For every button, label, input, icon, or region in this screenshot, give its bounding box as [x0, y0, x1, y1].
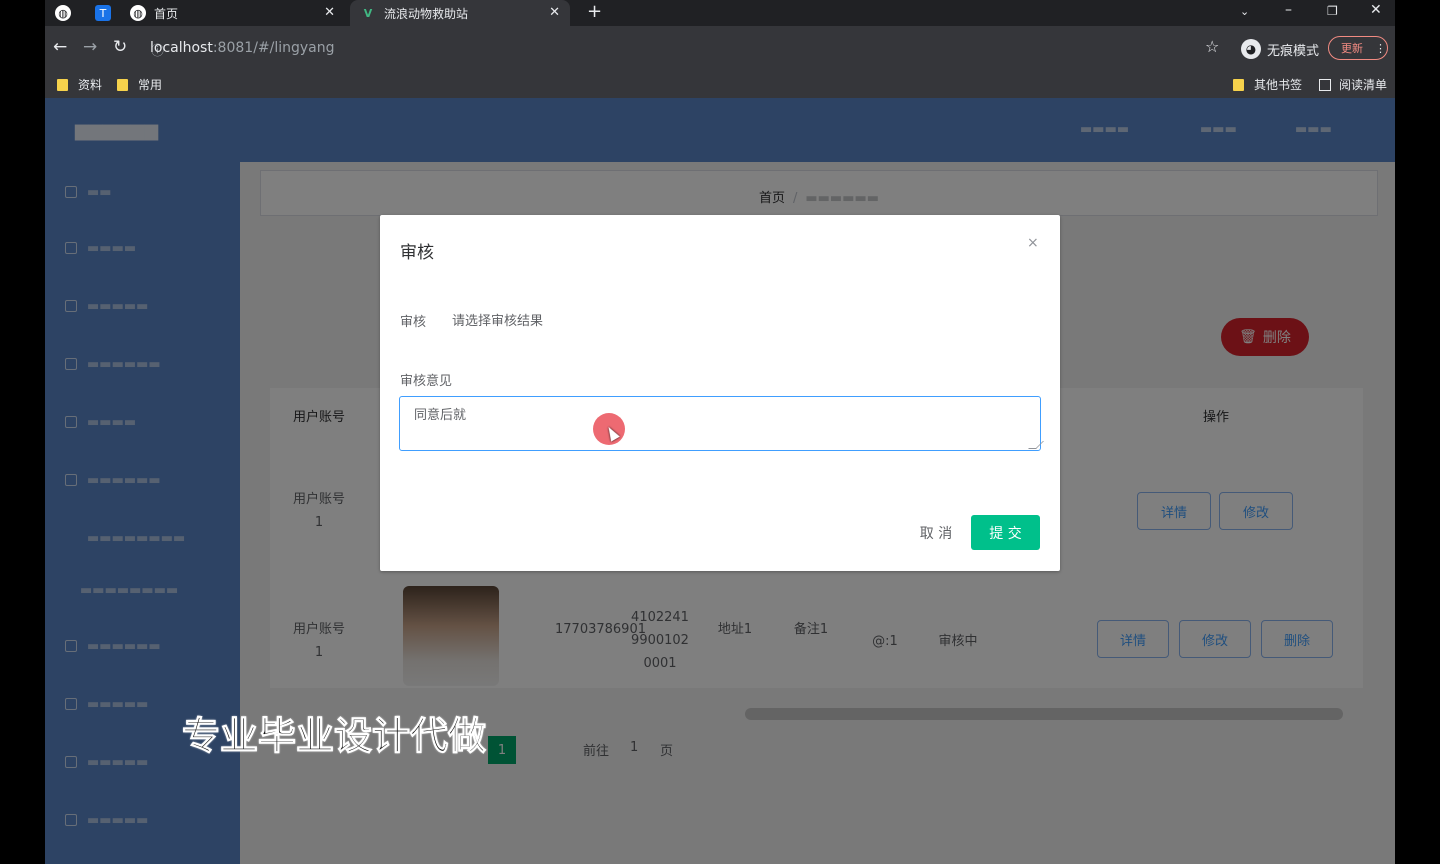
screen: ◍ T ◍ 首页 ✕ V 流浪动物救助站 ✕ + ⌄ – ❐ ✕ ← → ↻ ⓘ… [0, 0, 1440, 864]
audit-dialog: 审核 × 审核 请选择审核结果 审核意见 同意后就 取 消 提 交 [380, 215, 1060, 571]
tab-home[interactable]: ◍ 首页 ✕ [130, 0, 345, 26]
vue-icon: V [363, 6, 373, 20]
bookmark-other[interactable]: 其他书签 [1233, 76, 1302, 93]
folder-icon [57, 78, 68, 91]
update-label: 更新 [1341, 42, 1363, 55]
shirt-icon: T [95, 5, 111, 21]
audit-label: 审核 [400, 315, 427, 330]
audit-result-select[interactable]: 请选择审核结果 [440, 303, 640, 335]
bookmark-label: 常用 [138, 78, 163, 92]
update-button[interactable]: 更新 ⋮ [1328, 36, 1388, 60]
incognito-icon: ◕ [1241, 39, 1261, 59]
submit-button[interactable]: 提 交 [971, 515, 1040, 550]
reading-list[interactable]: 阅读清单 [1319, 76, 1387, 93]
bookmark-folder-ziliao[interactable]: 资料 [57, 76, 102, 93]
bookmark-label: 资料 [78, 78, 103, 92]
incognito-profile[interactable]: ◕ 无痕模式 [1241, 39, 1319, 59]
globe-icon: ◍ [55, 5, 71, 21]
close-tab-icon[interactable]: ✕ [324, 5, 335, 20]
select-placeholder: 请选择审核结果 [452, 313, 544, 329]
cancel-button[interactable]: 取 消 [908, 515, 964, 551]
reading-list-icon [1319, 78, 1331, 91]
dialog-title: 审核 [400, 243, 434, 263]
tab-rescue-station[interactable]: V 流浪动物救助站 ✕ [350, 0, 570, 26]
close-icon[interactable]: × [1027, 235, 1039, 251]
close-window-icon[interactable]: ✕ [1370, 2, 1382, 18]
url-host: localhost [150, 40, 213, 56]
minimize-icon[interactable]: – [1285, 2, 1292, 18]
browser-tabbar: ◍ T ◍ 首页 ✕ V 流浪动物救助站 ✕ + ⌄ – ❐ ✕ [45, 0, 1395, 26]
tab-label: 流浪动物救助站 [384, 6, 469, 21]
forward-icon[interactable]: → [83, 37, 97, 57]
back-icon[interactable]: ← [53, 37, 67, 57]
tab-pinned-1[interactable]: ◍ [55, 0, 85, 26]
opinion-label: 审核意见 [400, 374, 453, 389]
reload-icon[interactable]: ↻ [113, 37, 127, 57]
bookmark-label: 阅读清单 [1339, 78, 1388, 92]
bookmark-label: 其他书签 [1254, 78, 1303, 92]
star-icon[interactable]: ☆ [1205, 37, 1219, 56]
profile-label: 无痕模式 [1267, 43, 1320, 59]
tab-pinned-2[interactable]: T [95, 0, 125, 26]
watermark-text: 专业毕业设计代做 [181, 714, 487, 759]
url-path: :8081/#/lingyang [212, 40, 335, 56]
url-field[interactable]: localhost:8081/#/lingyang [150, 40, 335, 56]
kebab-menu-icon[interactable]: ⋮ [1375, 42, 1386, 55]
bookmark-folder-changyong[interactable]: 常用 [117, 76, 162, 93]
globe-icon: ◍ [130, 5, 146, 21]
new-tab-icon[interactable]: + [587, 1, 602, 22]
folder-icon [117, 78, 128, 91]
opinion-textarea[interactable]: 同意后就 [399, 396, 1041, 451]
bookmarks-bar: 资料 常用 其他书签 阅读清单 [45, 70, 1395, 98]
folder-icon [1233, 78, 1244, 91]
close-tab-icon[interactable]: ✕ [549, 5, 560, 20]
opinion-text: 同意后就 [414, 408, 467, 423]
tab-search-icon[interactable]: ⌄ [1240, 5, 1249, 18]
restore-icon[interactable]: ❐ [1327, 4, 1338, 18]
tab-label: 首页 [154, 6, 179, 21]
